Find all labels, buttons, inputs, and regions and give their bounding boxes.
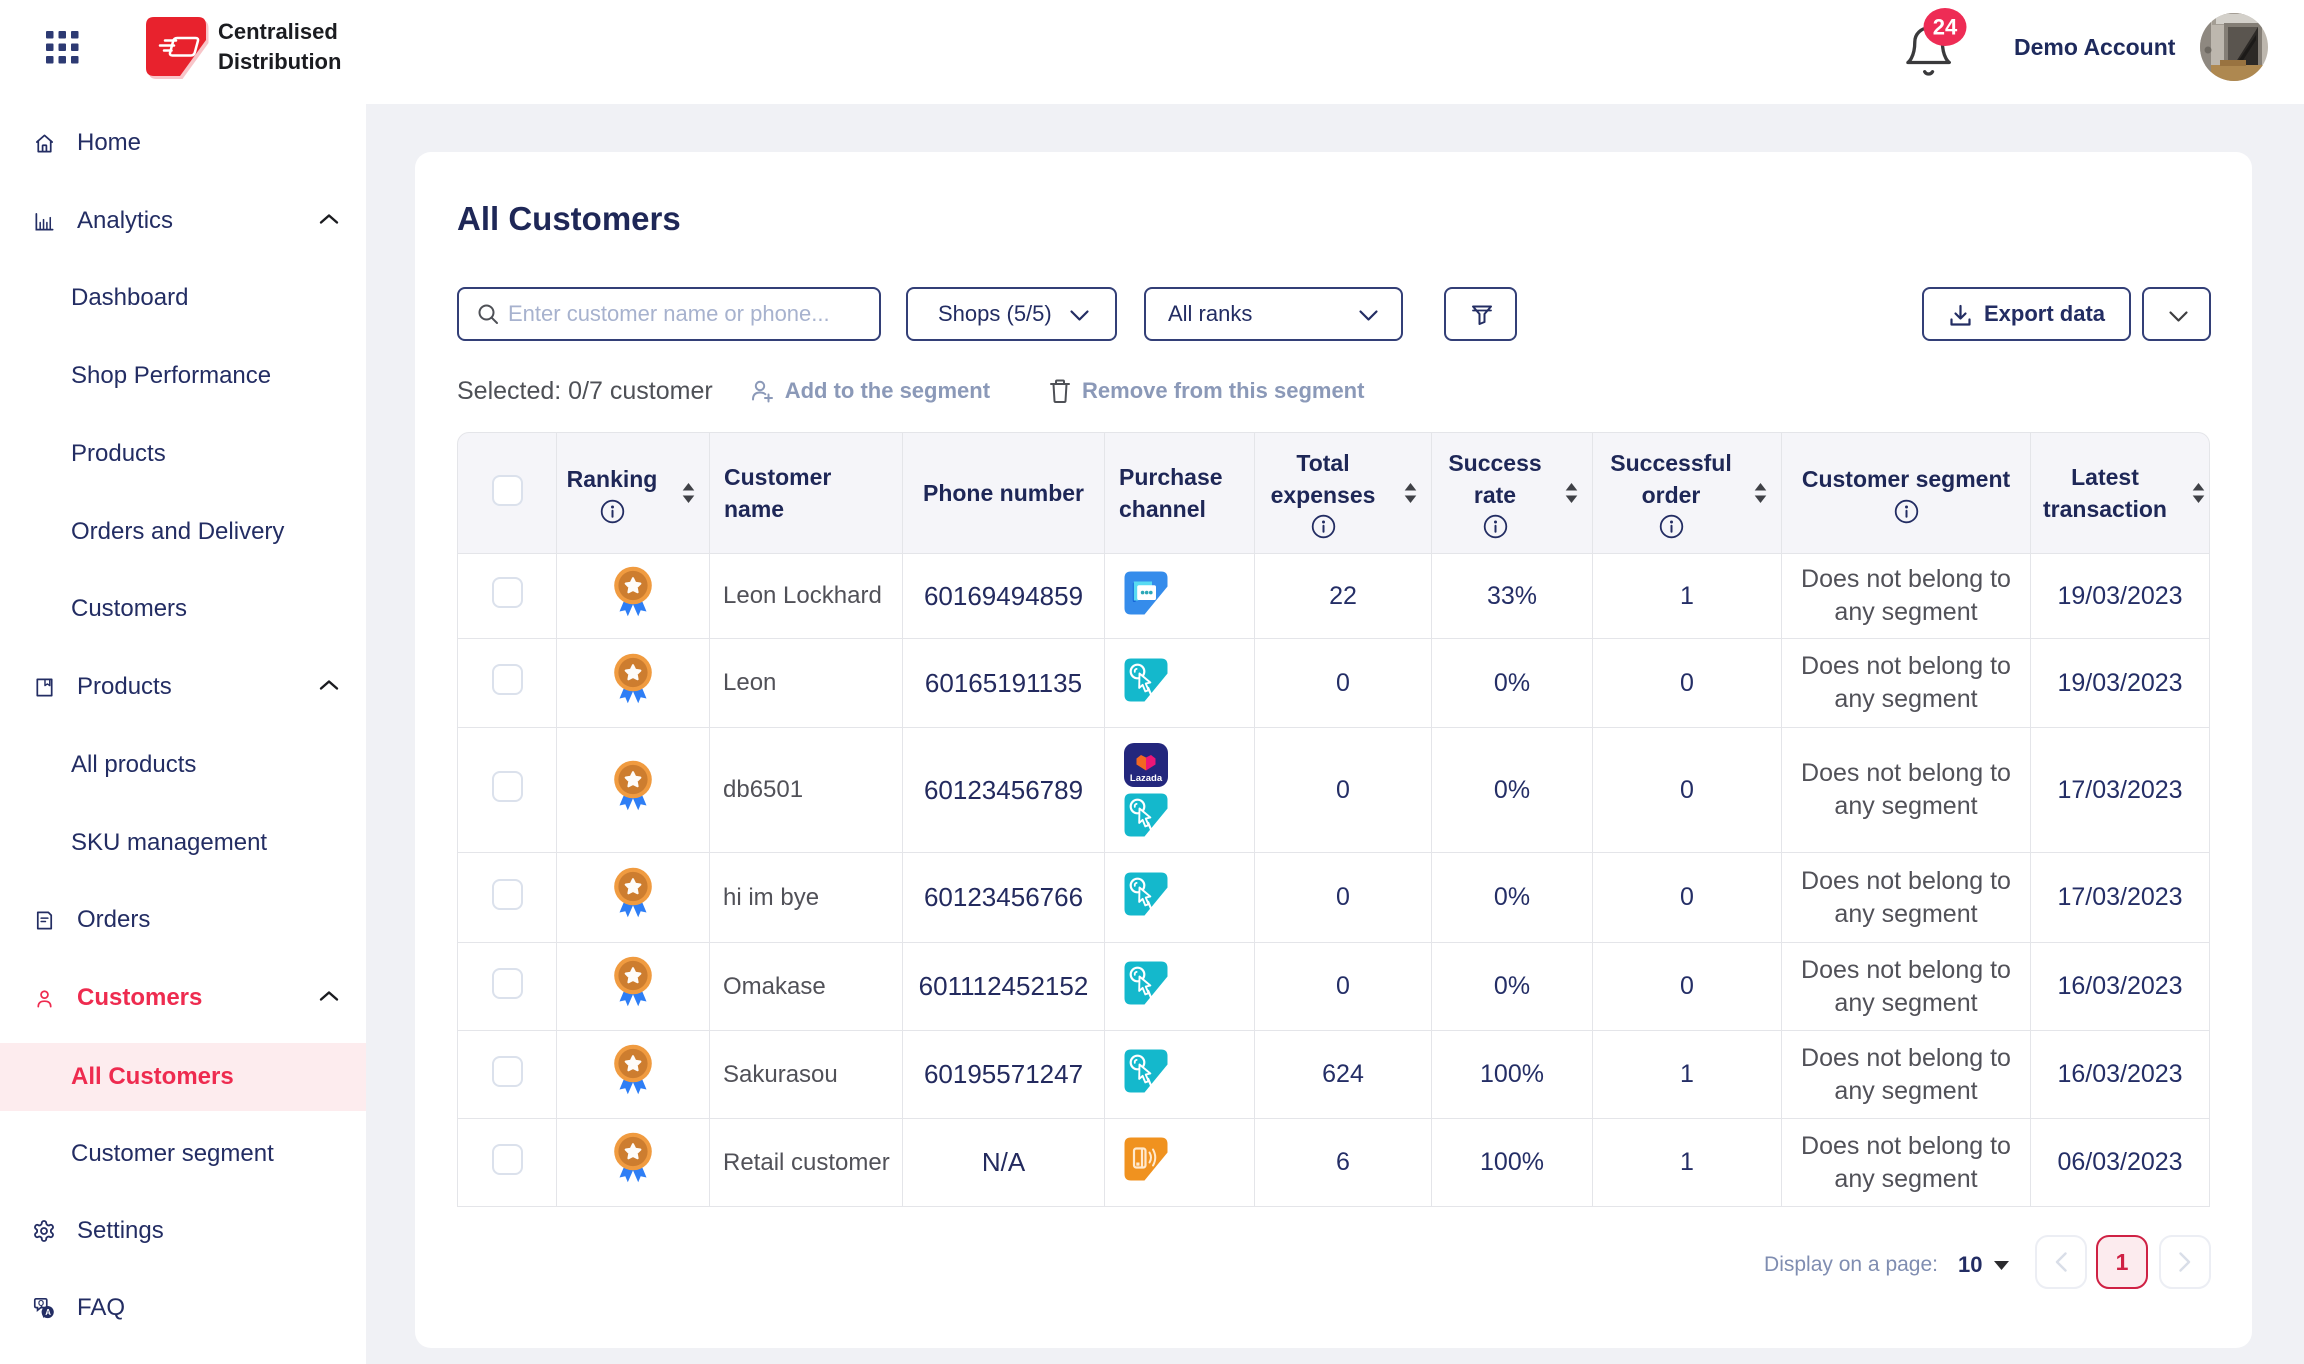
svg-text:A: A (45, 1308, 51, 1317)
svg-text:Q: Q (38, 1299, 44, 1308)
svg-text:24: 24 (1933, 15, 1958, 40)
